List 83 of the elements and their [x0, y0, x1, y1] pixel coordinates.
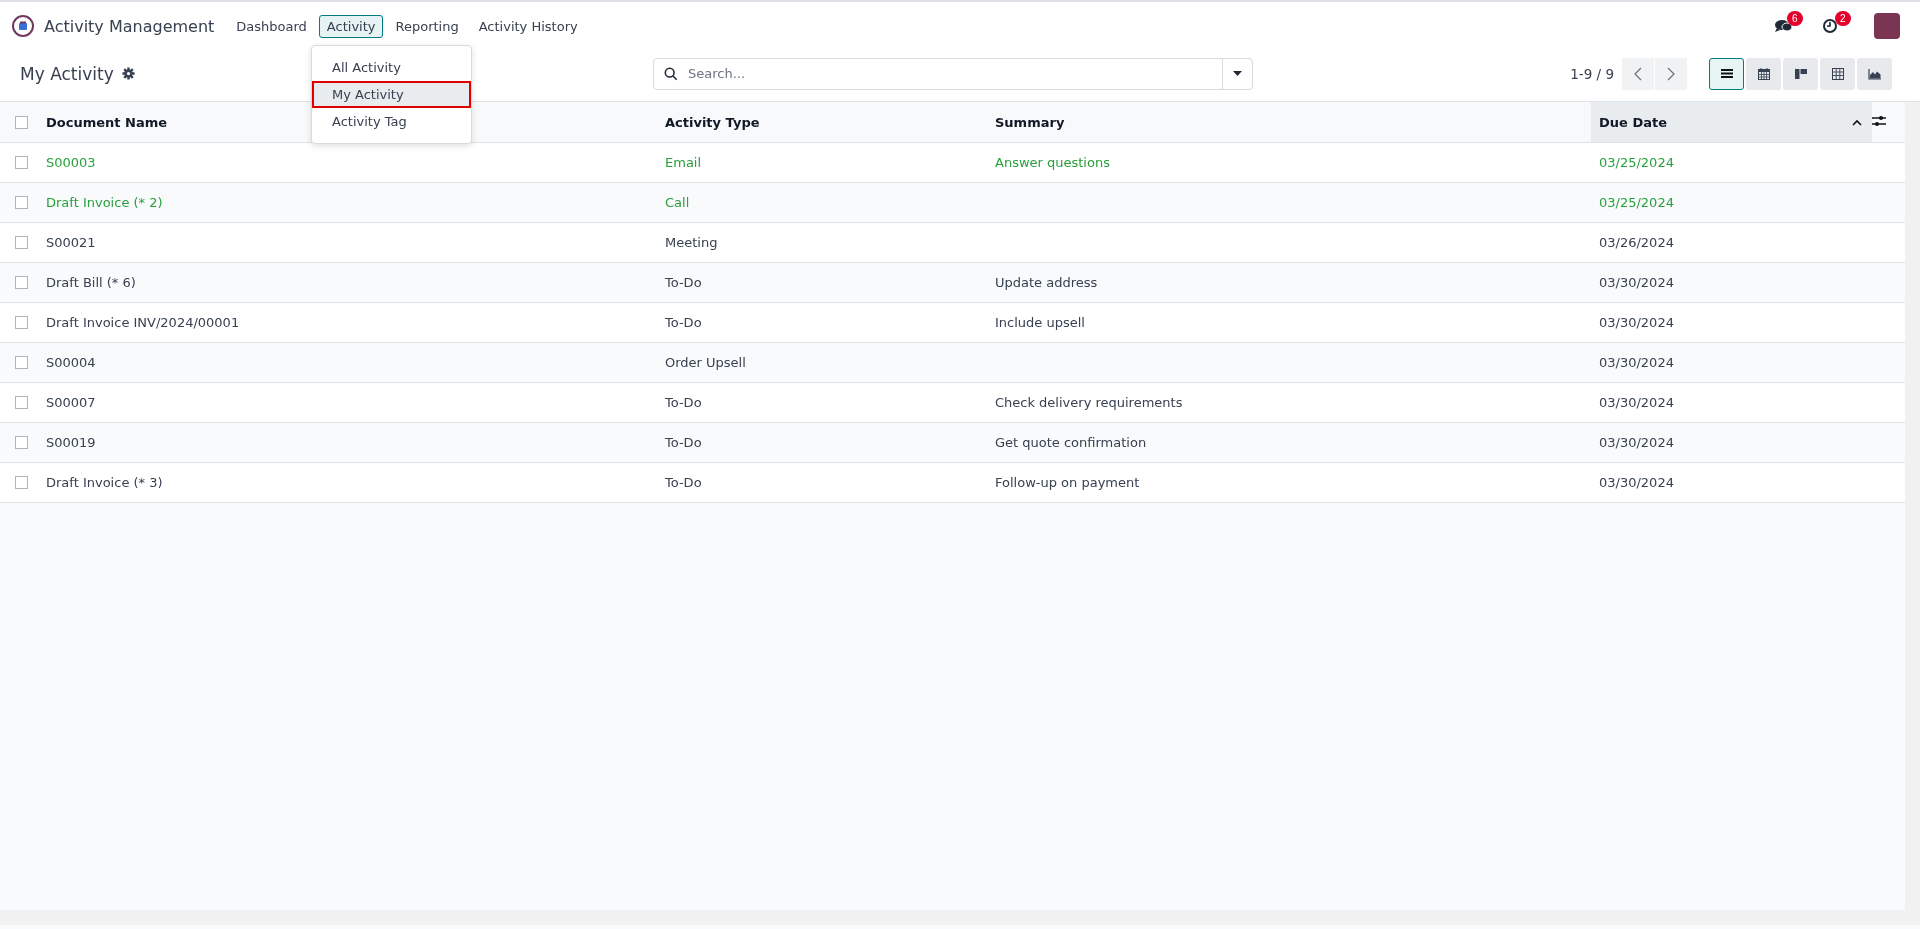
row-checkbox[interactable] — [15, 476, 28, 489]
previous-button[interactable] — [1622, 57, 1654, 90]
table-cell: 03/30/2024 — [1599, 435, 1674, 450]
activities-button[interactable]: 2 — [1822, 14, 1848, 38]
kanban-view-button[interactable] — [1783, 57, 1818, 90]
table-cell: Order Upsell — [665, 355, 746, 370]
chat-icon — [1774, 18, 1794, 34]
column-header[interactable]: Summary — [995, 114, 1065, 130]
table-cell: 03/30/2024 — [1599, 355, 1674, 370]
calendar-icon — [1755, 65, 1772, 82]
table-cell: S00019 — [46, 435, 96, 450]
list-view-button[interactable] — [1709, 57, 1744, 90]
graph-view-button[interactable] — [1857, 57, 1892, 90]
table-cell: To-Do — [665, 435, 702, 450]
row-checkbox[interactable] — [15, 156, 28, 169]
select-all-checkbox[interactable] — [15, 115, 28, 129]
menu-item[interactable]: Activity History — [470, 14, 586, 38]
row-checkbox[interactable] — [15, 436, 28, 449]
table-cell: Draft Bill (* 6) — [46, 275, 136, 290]
pivot-icon — [1829, 65, 1846, 82]
chevron-right-icon — [1667, 66, 1675, 81]
row-checkbox[interactable] — [15, 396, 28, 409]
clock-icon — [1822, 18, 1838, 34]
table-cell: To-Do — [665, 315, 702, 330]
table-cell: 03/26/2024 — [1599, 235, 1674, 250]
table-cell: Update address — [995, 275, 1098, 290]
app-logo-icon[interactable] — [12, 15, 34, 37]
table-cell: S00003 — [46, 155, 96, 170]
table-cell: Call — [665, 195, 690, 210]
table-cell: Check delivery requirements — [995, 395, 1183, 410]
dropdown-item[interactable]: My Activity — [312, 81, 471, 108]
table-cell: Answer questions — [995, 155, 1110, 170]
table-cell: To-Do — [665, 475, 702, 490]
chevron-left-icon — [1634, 66, 1642, 81]
pager-value: 1-9 / 9 — [1570, 65, 1614, 82]
table-cell: S00021 — [46, 235, 96, 250]
column-header[interactable]: Activity Type — [665, 114, 760, 130]
menu-item[interactable]: Dashboard — [228, 14, 315, 38]
menu-item[interactable]: Activity — [318, 14, 384, 38]
settings-icon[interactable] — [121, 67, 135, 80]
caret-icon — [1233, 71, 1242, 76]
search-input[interactable]: Search... — [686, 65, 1222, 82]
sort-ascending-icon — [1852, 118, 1862, 126]
table-cell: 03/30/2024 — [1599, 315, 1674, 330]
next-button[interactable] — [1655, 57, 1687, 90]
column-header[interactable]: Document Name — [46, 114, 168, 130]
notification-badge: 6 — [1787, 11, 1803, 26]
table-cell: S00004 — [46, 355, 96, 370]
dropdown-item[interactable]: All Activity — [312, 54, 471, 81]
calendar-view-button[interactable] — [1746, 57, 1781, 90]
row-checkbox[interactable] — [15, 236, 28, 249]
notification-badge: 2 — [1835, 11, 1851, 26]
table-cell: 03/30/2024 — [1599, 475, 1674, 490]
table-cell: Follow-up on payment — [995, 475, 1140, 490]
search-field[interactable]: Search... — [653, 57, 1253, 90]
table-cell: 03/30/2024 — [1599, 275, 1674, 290]
table-cell: Get quote confirmation — [995, 435, 1147, 450]
search-icon — [664, 66, 678, 81]
table-cell: Draft Invoice INV/2024/00001 — [46, 315, 240, 330]
table-cell: 03/30/2024 — [1599, 395, 1674, 410]
app-name: Activity Management — [44, 16, 215, 36]
table-cell: 03/25/2024 — [1599, 155, 1674, 170]
row-checkbox[interactable] — [15, 316, 28, 329]
table-cell: To-Do — [665, 275, 702, 290]
table-cell: Draft Invoice (* 2) — [46, 195, 163, 210]
menu-item[interactable]: Reporting — [387, 14, 467, 38]
row-checkbox[interactable] — [15, 356, 28, 369]
table-cell: S00007 — [46, 395, 96, 410]
dropdown-item[interactable]: Activity Tag — [312, 108, 471, 135]
table-cell: Draft Invoice (* 3) — [46, 475, 163, 490]
page-title: My Activity — [20, 63, 114, 84]
user-avatar[interactable] — [1874, 13, 1900, 39]
pivot-view-button[interactable] — [1820, 57, 1855, 90]
row-checkbox[interactable] — [15, 276, 28, 289]
row-checkbox[interactable] — [15, 196, 28, 209]
table-cell: To-Do — [665, 395, 702, 410]
column-header[interactable]: Due Date — [1599, 114, 1667, 130]
table-cell: Include upsell — [995, 315, 1085, 330]
column-settings-icon[interactable] — [1872, 114, 1886, 127]
table-cell: 03/25/2024 — [1599, 195, 1674, 210]
table-cell: Email — [665, 155, 702, 170]
messages-button[interactable]: 6 — [1774, 14, 1800, 38]
table-cell: Meeting — [665, 235, 718, 250]
